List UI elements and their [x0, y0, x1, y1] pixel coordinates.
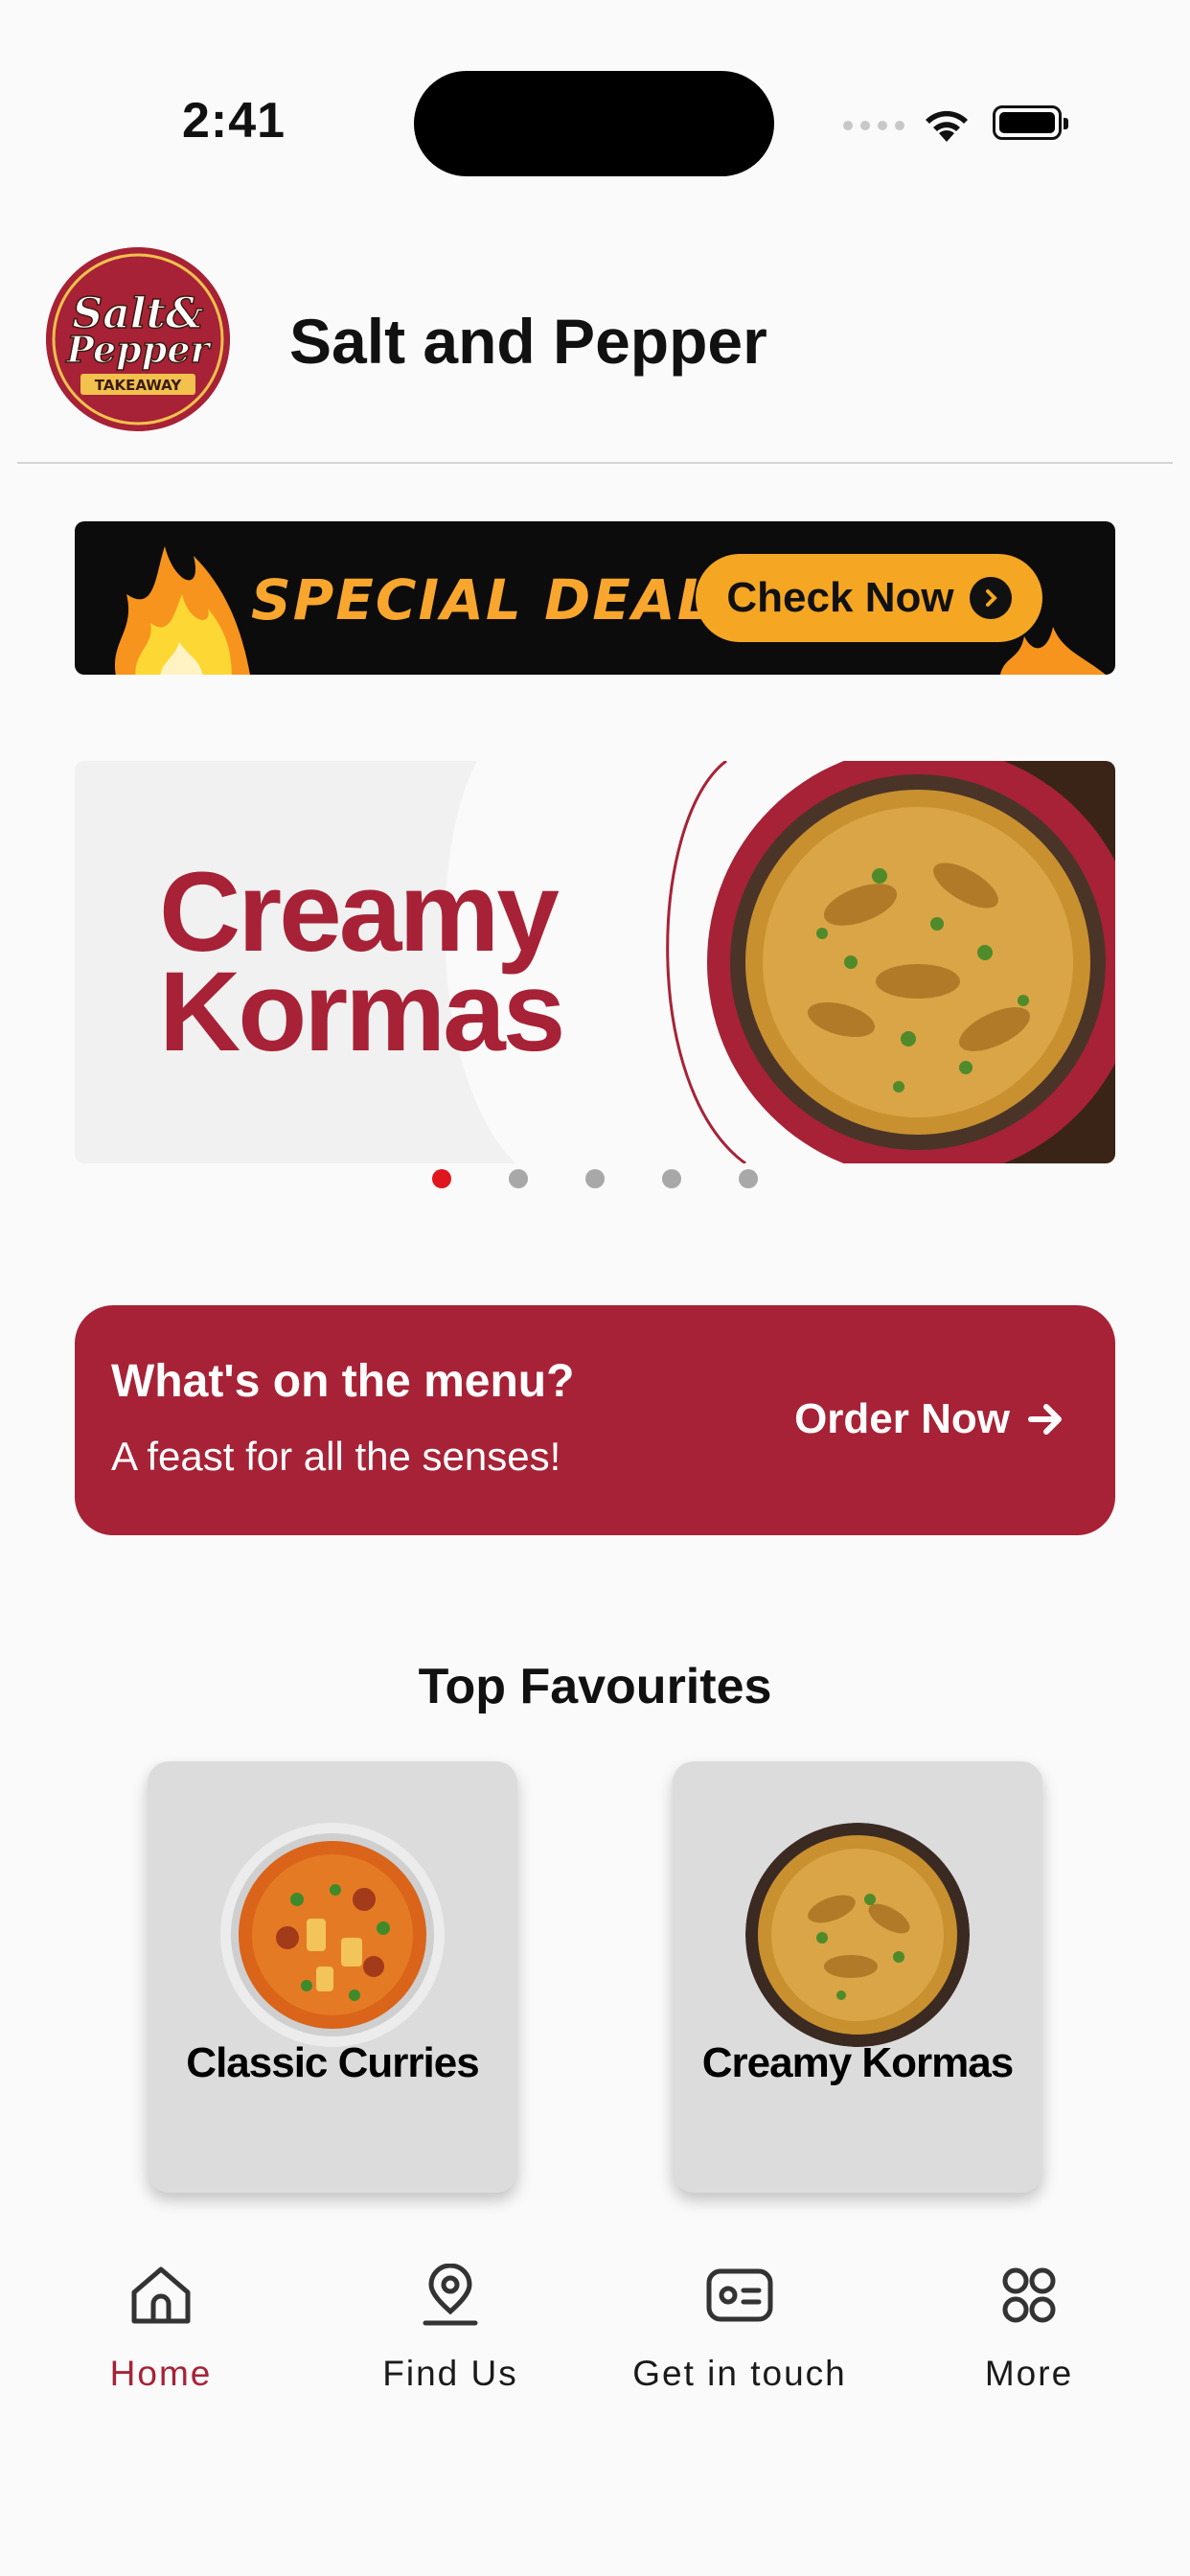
order-now-label: Order Now: [794, 1395, 1010, 1442]
home-icon: [131, 2266, 191, 2324]
tab-label: More: [984, 2354, 1074, 2393]
app-screen: 2:41 Salt& Pepper TAKEAWAY Salt and Pepp…: [0, 0, 1190, 2576]
bottom-tab-bar: Home Find Us Get in touch More: [0, 2214, 1190, 2576]
menu-cta-title: What's on the menu?: [111, 1356, 575, 1407]
favourite-card-classic-curries[interactable]: Classic Curries: [148, 1761, 517, 2193]
favourite-card-creamy-kormas[interactable]: Creamy Kormas: [673, 1761, 1042, 2193]
check-now-button[interactable]: Check Now: [696, 554, 1042, 642]
location-pin-icon: [423, 2264, 478, 2326]
wifi-icon: [926, 110, 968, 142]
brand-logo[interactable]: Salt& Pepper TAKEAWAY: [46, 247, 230, 431]
tab-find-us[interactable]: Find Us: [307, 2264, 594, 2394]
arrow-right-icon: [1028, 1404, 1062, 1435]
chevron-right-icon: [969, 577, 1012, 619]
menu-cta-subtitle: A feast for all the senses!: [111, 1434, 561, 1479]
creamy-kormas-image: [745, 1823, 970, 2047]
flame-icon: [115, 546, 250, 675]
battery-icon: [993, 105, 1068, 140]
carousel-dot[interactable]: [509, 1169, 528, 1188]
tab-label: Get in touch: [632, 2354, 847, 2393]
order-now-button[interactable]: Order Now: [794, 1395, 1065, 1443]
page-title: Salt and Pepper: [289, 306, 767, 377]
svg-text:TAKEAWAY: TAKEAWAY: [95, 377, 183, 394]
contact-card-icon: [706, 2268, 773, 2322]
tab-home[interactable]: Home: [17, 2264, 305, 2394]
tab-more[interactable]: More: [885, 2264, 1173, 2394]
grid-icon: [1002, 2267, 1056, 2323]
favourite-label: Classic Curries: [186, 2039, 479, 2086]
menu-cta-card[interactable]: What's on the menu? A feast for all the …: [75, 1305, 1115, 1535]
favourites-heading: Top Favourites: [418, 1659, 772, 1714]
tab-label: Home: [109, 2354, 213, 2393]
carousel-slide-title: Creamy Kormas: [159, 849, 565, 1075]
svg-text:Pepper: Pepper: [65, 328, 212, 371]
classic-curries-image: [220, 1823, 445, 2047]
check-now-label: Check Now: [726, 574, 954, 621]
special-deals-banner[interactable]: SPECIAL DEALS Check Now: [75, 521, 1115, 675]
dynamic-island: [414, 71, 774, 176]
carousel-dot[interactable]: [739, 1169, 758, 1188]
favourite-label: Creamy Kormas: [701, 2039, 1015, 2086]
deals-text: SPECIAL DEALS: [251, 567, 757, 632]
status-time: 2:41: [182, 93, 286, 149]
tab-label: Find Us: [382, 2354, 518, 2393]
carousel-dot[interactable]: [662, 1169, 681, 1188]
carousel-dot-active[interactable]: [432, 1169, 451, 1188]
tab-get-in-touch[interactable]: Get in touch: [596, 2264, 883, 2394]
promo-carousel[interactable]: Creamy Kormas: [75, 761, 1115, 1163]
header-divider: [17, 462, 1173, 464]
carousel-dot[interactable]: [585, 1169, 605, 1188]
cellular-signal-icon: [843, 121, 904, 130]
carousel-pagination[interactable]: [0, 1169, 1190, 1188]
